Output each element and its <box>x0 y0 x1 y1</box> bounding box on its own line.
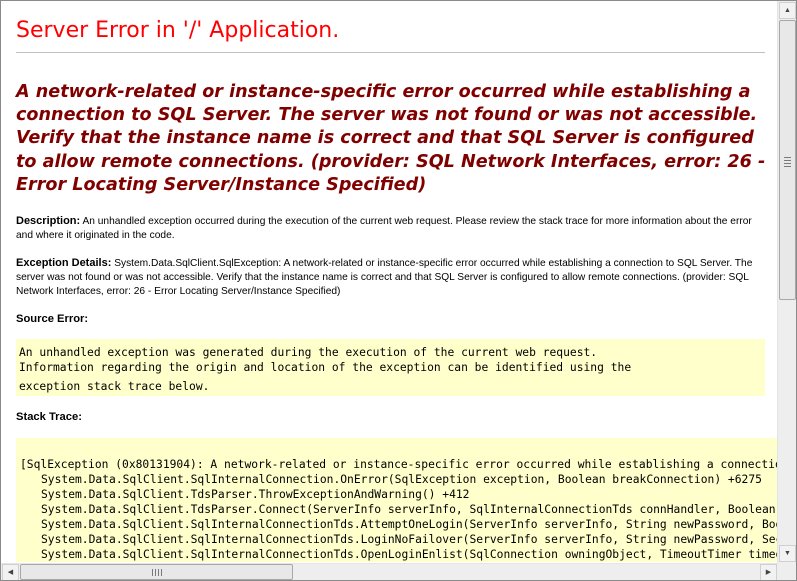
stack-trace-line: System.Data.SqlClient.TdsParser.Connect(… <box>41 503 776 516</box>
source-error-label: Source Error: <box>16 313 89 325</box>
scroll-down-button[interactable]: ▼ <box>779 545 796 562</box>
stack-trace-line: System.Data.SqlClient.SqlInternalConnect… <box>41 548 777 561</box>
scroll-right-button[interactable]: ▶ <box>760 564 777 580</box>
vertical-scrollbar[interactable]: ▲ ▼ <box>777 1 796 563</box>
page-content: Server Error in '/' Application. A netwo… <box>1 1 777 562</box>
error-heading: A network-related or instance-specific e… <box>16 82 766 195</box>
stack-trace-line: [SqlException (0x80131904): A network-re… <box>20 458 777 471</box>
source-error-line: exception stack trace below. <box>19 380 210 393</box>
grip-icon <box>152 569 162 576</box>
stack-trace-line: System.Data.SqlClient.SqlInternalConnect… <box>41 533 777 546</box>
exception-details-label: Exception Details: <box>16 257 112 269</box>
description-text: An unhandled exception occurred during t… <box>16 216 752 241</box>
scrollbar-corner <box>778 563 796 580</box>
title-divider <box>16 52 765 53</box>
description-label: Description: <box>16 215 81 227</box>
arrow-up-icon: ▲ <box>784 7 791 14</box>
browser-viewport: Server Error in '/' Application. A netwo… <box>0 0 797 581</box>
stack-trace-line: System.Data.SqlClient.SqlInternalConnect… <box>41 473 762 486</box>
horizontal-scrollbar[interactable]: ◀ ▶ <box>1 563 778 580</box>
stack-trace-box: [SqlException (0x80131904): A network-re… <box>16 438 777 562</box>
grip-icon <box>784 157 791 167</box>
stack-trace-line: System.Data.SqlClient.SqlInternalConnect… <box>41 518 777 531</box>
arrow-down-icon: ▼ <box>784 550 791 557</box>
stack-trace-label: Stack Trace: <box>16 411 82 423</box>
scroll-up-button[interactable]: ▲ <box>779 2 796 19</box>
stack-trace-line: System.Data.SqlClient.TdsParser.ThrowExc… <box>41 488 470 501</box>
vertical-scroll-thumb[interactable] <box>779 20 796 300</box>
description-section: Description: An unhandled exception occu… <box>16 214 768 243</box>
source-error-line: Information regarding the origin and loc… <box>19 361 632 374</box>
scroll-left-button[interactable]: ◀ <box>2 564 19 580</box>
exception-details-section: Exception Details: System.Data.SqlClient… <box>16 256 768 299</box>
source-error-box: An unhandled exception was generated dur… <box>16 339 765 396</box>
page-title: Server Error in '/' Application. <box>16 18 340 43</box>
exception-details-text: System.Data.SqlClient.SqlException: A ne… <box>16 258 753 297</box>
arrow-left-icon: ◀ <box>7 569 14 576</box>
arrow-right-icon: ▶ <box>765 569 772 576</box>
horizontal-scroll-thumb[interactable] <box>20 564 293 580</box>
